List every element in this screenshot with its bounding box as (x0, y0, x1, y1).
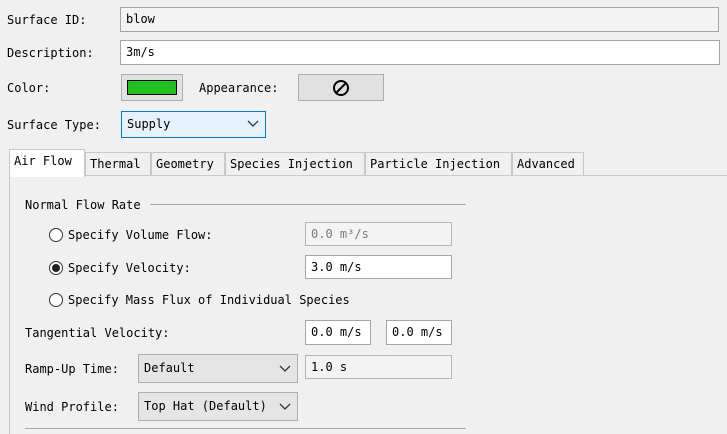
volume-flow-input[interactable]: 0.0 m³/s (305, 222, 452, 246)
wind-profile-label: Wind Profile: (25, 400, 119, 414)
color-picker-button[interactable] (121, 74, 183, 101)
bottom-divider (25, 428, 466, 429)
radio-velocity[interactable] (49, 261, 63, 275)
color-swatch (127, 80, 177, 95)
wind-profile-select-value: Top Hat (Default) (144, 399, 267, 413)
appearance-button[interactable] (298, 74, 384, 101)
tab-advanced[interactable]: Advanced (512, 152, 584, 176)
tangential-velocity-input-2[interactable]: 0.0 m/s (386, 320, 452, 345)
mass-flux-label: Specify Mass Flux of Individual Species (68, 293, 350, 307)
surface-id-label: Surface ID: (7, 13, 87, 27)
radio-mass-flux[interactable] (49, 293, 63, 307)
no-symbol-icon (333, 79, 349, 96)
chevron-down-icon (247, 120, 259, 127)
velocity-input[interactable]: 3.0 m/s (305, 255, 452, 279)
tab-species-injection[interactable]: Species Injection (225, 152, 365, 176)
normal-flow-rate-title: Normal Flow Rate (25, 198, 141, 212)
surface-type-select[interactable]: Supply (121, 111, 266, 138)
chevron-down-icon (279, 365, 291, 372)
radio-selected-dot (52, 264, 60, 272)
tangential-velocity-label: Tangential Velocity: (25, 326, 170, 340)
color-label: Color: (7, 81, 51, 95)
ramp-up-time-input[interactable]: 1.0 s (305, 355, 452, 379)
tab-thermal[interactable]: Thermal (85, 152, 151, 176)
surface-id-input[interactable]: blow (120, 7, 719, 32)
ramp-up-select-value: Default (144, 361, 195, 375)
tangential-velocity-input-1[interactable]: 0.0 m/s (305, 320, 371, 345)
tab-air-flow[interactable]: Air Flow (9, 149, 85, 177)
radio-volume-flow[interactable] (49, 228, 63, 242)
chevron-down-icon (279, 403, 291, 410)
surface-type-label: Surface Type: (7, 118, 101, 132)
description-label: Description: (7, 46, 94, 60)
volume-flow-label: Specify Volume Flow: (68, 228, 213, 242)
wind-profile-select[interactable]: Top Hat (Default) (138, 392, 298, 421)
description-input[interactable]: 3m/s (120, 40, 720, 65)
tab-particle-injection[interactable]: Particle Injection (365, 152, 512, 176)
ramp-up-select[interactable]: Default (138, 354, 298, 383)
surface-type-value: Supply (127, 117, 171, 131)
velocity-label: Specify Velocity: (68, 261, 191, 275)
tab-geometry[interactable]: Geometry (151, 152, 225, 176)
ramp-up-label: Ramp-Up Time: (25, 362, 119, 376)
appearance-label: Appearance: (199, 81, 279, 95)
group-divider (150, 204, 466, 205)
